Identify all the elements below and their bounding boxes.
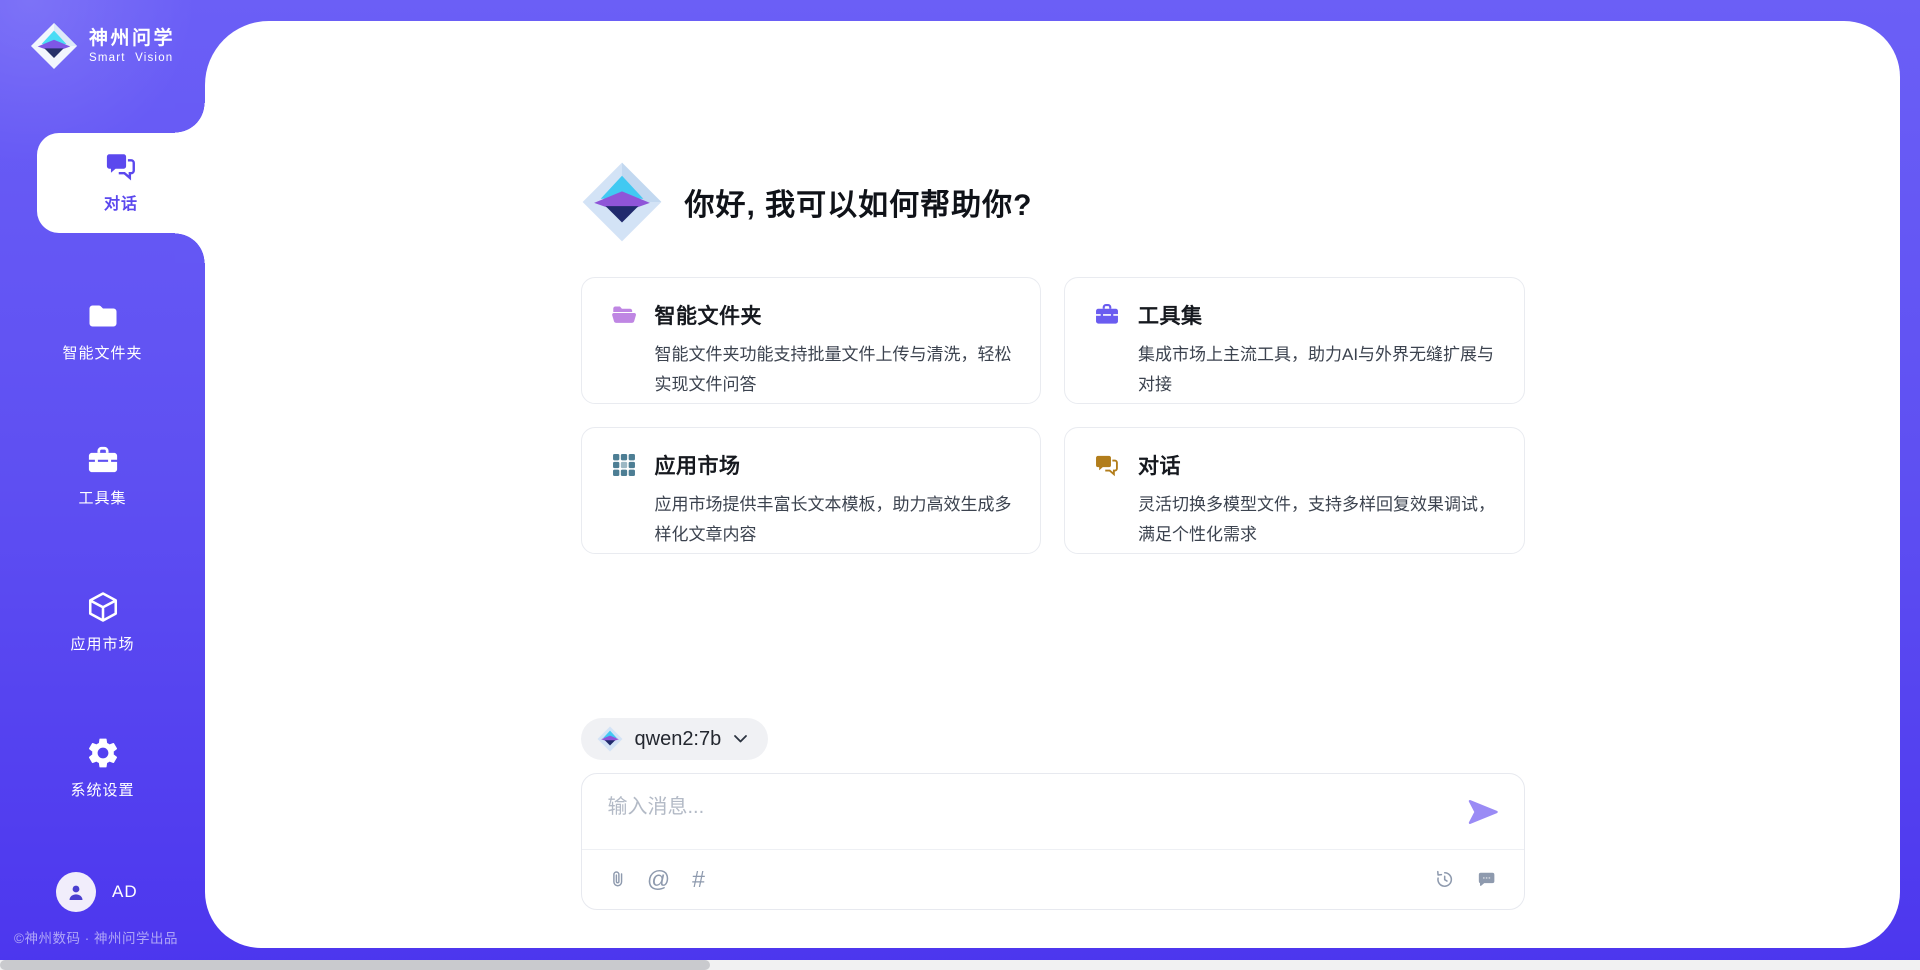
- assistant-logo-icon: [581, 161, 663, 243]
- app-title: 神州问学: [89, 28, 175, 51]
- chevron-down-icon: [733, 734, 748, 744]
- sidebar-item-app-market[interactable]: 应用市场: [0, 589, 205, 654]
- avatar: [56, 872, 96, 912]
- sidebar-item-toolset[interactable]: 工具集: [0, 443, 205, 508]
- horizontal-scrollbar: [0, 960, 1920, 970]
- model-name: qwen2:7b: [635, 728, 722, 751]
- main-panel: 你好, 我可以如何帮助你? 智能文件夹 智能文件夹功能支持批量文件上传与清洗，轻…: [205, 21, 1900, 948]
- copyright-text: ©神州数码 · 神州问学出品: [14, 927, 178, 947]
- card-description: 灵活切换多模型文件，支持多样回复效果调试，满足个性化需求: [1138, 490, 1496, 550]
- sidebar-item-settings[interactable]: 系统设置: [0, 735, 205, 800]
- user-avatar-icon: [64, 880, 88, 904]
- cube-icon: [85, 589, 121, 625]
- sidebar-item-label: 对话: [56, 190, 186, 214]
- grid-icon: [610, 451, 638, 479]
- toolbox-icon: [85, 443, 121, 479]
- sidebar: 神州问学 Smart Vision 对话 智能文件夹: [0, 0, 205, 970]
- greeting-block: 你好, 我可以如何帮助你?: [581, 21, 1525, 243]
- feature-cards: 智能文件夹 智能文件夹功能支持批量文件上传与清洗，轻松实现文件问答 工具: [581, 277, 1525, 554]
- app-subtitle: Smart Vision: [89, 52, 175, 64]
- send-icon[interactable]: [1466, 798, 1500, 826]
- card-toolset[interactable]: 工具集 集成市场上主流工具，助力AI与外界无缝扩展与对接: [1064, 277, 1525, 404]
- user-initials: AD: [112, 882, 138, 902]
- brand-diamond-icon: [30, 22, 78, 70]
- sidebar-item-smart-folder[interactable]: 智能文件夹: [0, 298, 205, 363]
- mention-icon: @: [647, 868, 670, 891]
- card-smart-folder[interactable]: 智能文件夹 智能文件夹功能支持批量文件上传与清洗，轻松实现文件问答: [581, 277, 1042, 404]
- card-description: 应用市场提供丰富长文本模板，助力高效生成多样化文章内容: [655, 490, 1013, 550]
- hashtag-button[interactable]: #: [686, 867, 712, 893]
- app-logo: 神州问学 Smart Vision: [30, 22, 175, 70]
- card-title: 智能文件夹: [655, 300, 763, 330]
- card-title: 对话: [1138, 450, 1181, 480]
- attachment-icon: [607, 868, 630, 891]
- user-account[interactable]: AD: [56, 872, 138, 912]
- model-logo-icon: [597, 726, 623, 752]
- sidebar-item-chat[interactable]: 对话: [37, 133, 205, 233]
- composer-toolbar: @ #: [582, 849, 1524, 909]
- toolbox-icon: [1093, 301, 1121, 329]
- card-chat[interactable]: 对话 灵活切换多模型文件，支持多样回复效果调试，满足个性化需求: [1064, 427, 1525, 554]
- model-selector[interactable]: qwen2:7b: [581, 718, 769, 760]
- greeting-text: 你好, 我可以如何帮助你?: [685, 180, 1033, 224]
- gear-icon: [85, 735, 121, 771]
- history-icon: [1433, 868, 1456, 891]
- message-composer: @ #: [581, 773, 1525, 910]
- message-input[interactable]: [606, 788, 1410, 844]
- card-app-market[interactable]: 应用市场 应用市场提供丰富长文本模板，助力高效生成多样化文章内容: [581, 427, 1042, 554]
- mention-button[interactable]: @: [646, 867, 672, 893]
- attachment-button[interactable]: [606, 867, 632, 893]
- tab-curve-bottom: [175, 233, 205, 263]
- feedback-button[interactable]: [1474, 867, 1500, 893]
- chat-icon: [1093, 451, 1121, 479]
- history-button[interactable]: [1432, 867, 1458, 893]
- hashtag-icon: #: [692, 868, 705, 891]
- scrollbar-thumb[interactable]: [0, 960, 710, 970]
- card-title: 应用市场: [655, 450, 741, 480]
- tab-curve-top: [175, 103, 205, 133]
- sidebar-item-label: 工具集: [0, 487, 205, 508]
- card-title: 工具集: [1138, 300, 1203, 330]
- feedback-bubble-icon: [1475, 868, 1498, 891]
- card-description: 智能文件夹功能支持批量文件上传与清洗，轻松实现文件问答: [655, 340, 1013, 400]
- folder-icon: [85, 298, 121, 334]
- sidebar-item-label: 系统设置: [0, 779, 205, 800]
- sidebar-item-label: 应用市场: [0, 633, 205, 654]
- app-window: 神州问学 Smart Vision 对话 智能文件夹: [0, 0, 1920, 970]
- chat-icon: [103, 148, 139, 184]
- card-description: 集成市场上主流工具，助力AI与外界无缝扩展与对接: [1138, 340, 1496, 400]
- sidebar-item-label: 智能文件夹: [0, 342, 205, 363]
- folder-open-icon: [610, 301, 638, 329]
